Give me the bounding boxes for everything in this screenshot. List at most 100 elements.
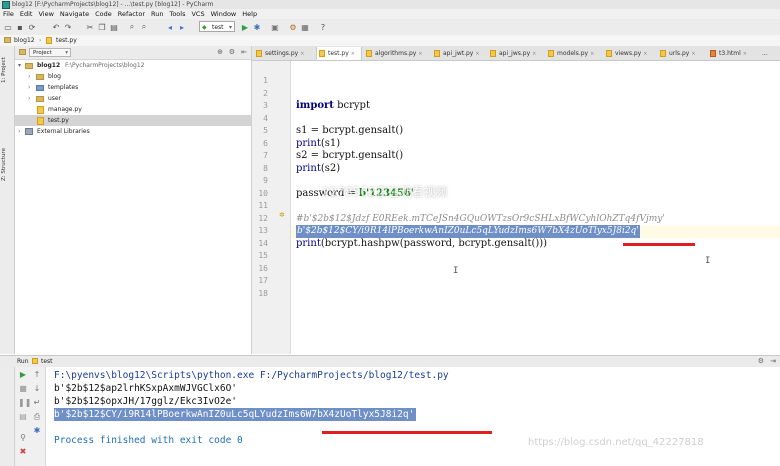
tab-overflow[interactable]: ... — [760, 47, 780, 60]
pause-icon[interactable]: ❚❚ — [18, 398, 31, 408]
tab-settings-py[interactable]: settings.py × — [254, 47, 316, 60]
code-line-7: s2 = bcrypt.gensalt() — [296, 150, 404, 161]
close-icon[interactable]: × — [300, 51, 304, 57]
tree-item-label: External Libraries — [37, 128, 90, 135]
tab-algorithms-py[interactable]: algorithms.py × — [364, 47, 430, 60]
red-underline-annotation — [623, 243, 695, 246]
debug-icon[interactable]: ✱ — [252, 22, 262, 32]
close-icon[interactable]: × — [351, 51, 355, 57]
tab-label: api_jws.py — [499, 50, 531, 57]
chevron-down-icon: ▾ — [18, 62, 22, 69]
tree-item-manage-py[interactable]: manage.py — [15, 104, 251, 115]
close-icon[interactable]: × — [691, 51, 695, 57]
back-icon[interactable]: ◂ — [165, 22, 175, 32]
tab-label: views.py — [615, 50, 642, 57]
pin-icon[interactable]: ⚲ — [18, 433, 28, 443]
html-file-icon — [710, 50, 716, 57]
close-icon[interactable]: × — [743, 51, 747, 57]
menu-vcs[interactable]: VCS — [188, 9, 207, 19]
tree-item-external-libraries[interactable]: › External Libraries — [15, 126, 251, 137]
hide-panel-icon[interactable]: ⇤ — [241, 48, 247, 56]
replace-icon[interactable]: ⌕ — [139, 22, 149, 32]
rerun-icon[interactable]: ▶ — [18, 370, 28, 380]
breadcrumb-file[interactable]: test.py — [56, 35, 77, 46]
close-icon[interactable]: ✖ — [18, 447, 28, 457]
menu-tools[interactable]: Tools — [166, 9, 188, 19]
menu-window[interactable]: Window — [208, 9, 240, 19]
tree-item-blog12[interactable]: ▾ blog12 F:\PycharmProjects\blog12 — [15, 60, 251, 71]
paste-icon[interactable]: ▤ — [109, 22, 119, 32]
hide-panel-icon[interactable]: ⇥ — [770, 356, 776, 367]
menu-navigate[interactable]: Navigate — [57, 9, 92, 19]
library-icon — [25, 128, 33, 135]
run-icon[interactable]: ▶ — [240, 22, 250, 32]
run-panel-label: Run — [17, 358, 29, 365]
tab-urls-py[interactable]: urls.py × — [658, 47, 706, 60]
run-console[interactable]: F:\pyenvs\blog12\Scripts\python.exe F:/P… — [46, 367, 780, 466]
scroll-down-icon[interactable]: ↓ — [32, 384, 42, 394]
debug-icon[interactable]: ✱ — [32, 426, 42, 436]
settings-icon[interactable]: ⚙ — [758, 356, 764, 367]
breadcrumb-project[interactable]: blog12 — [14, 35, 35, 46]
menu-edit[interactable]: Edit — [17, 9, 36, 19]
stop-icon[interactable]: ■ — [18, 384, 28, 394]
close-icon[interactable]: × — [532, 51, 536, 57]
tab-api-jws-py[interactable]: api_jws.py × — [488, 47, 544, 60]
sync-icon[interactable]: ⊕ — [217, 48, 223, 56]
open-folder-icon[interactable]: ▭ — [3, 22, 13, 32]
copy-icon[interactable]: ❐ — [97, 22, 107, 32]
tab-t3-html[interactable]: t3.html × — [708, 47, 758, 60]
close-icon[interactable]: × — [475, 51, 479, 57]
project-view-select[interactable]: Project ▾ — [29, 48, 71, 57]
cut-icon[interactable]: ✂ — [85, 22, 95, 32]
tab-views-py[interactable]: views.py × — [604, 47, 656, 60]
structure-icon[interactable]: ▦ — [300, 22, 310, 32]
python-file-icon — [660, 50, 666, 57]
tree-item-blog[interactable]: › blog — [15, 71, 251, 82]
line-number: 12 — [258, 213, 268, 223]
line-number: 5 — [263, 126, 268, 135]
undo-icon[interactable]: ↶ — [51, 22, 61, 32]
code-editor[interactable]: import bcrypt s1 = bcrypt.gensalt() prin… — [291, 61, 780, 354]
tab-project[interactable]: 1: Project — [1, 50, 13, 90]
redo-icon[interactable]: ↷ — [63, 22, 73, 32]
print-icon[interactable]: ⎙ — [32, 412, 42, 422]
settings-icon[interactable]: ⚙ — [288, 22, 298, 32]
python-file-icon — [32, 358, 38, 364]
mouse-cursor-icon: I — [705, 256, 711, 266]
menu-refactor[interactable]: Refactor — [115, 9, 148, 19]
line-number: 3 — [263, 101, 268, 110]
soft-wrap-icon[interactable]: ↵ — [32, 398, 42, 408]
scroll-up-icon[interactable]: ↑ — [32, 370, 42, 380]
project-view-label: Project — [33, 50, 52, 56]
chevron-right-icon: › — [28, 73, 31, 80]
close-icon[interactable]: × — [643, 51, 647, 57]
menu-view[interactable]: View — [35, 9, 56, 19]
save-icon[interactable]: ▪ — [15, 22, 25, 32]
sync-icon[interactable]: ⟳ — [27, 22, 37, 32]
menu-file[interactable]: File — [0, 9, 17, 19]
tab-api-jwt-py[interactable]: api_jwt.py × — [432, 47, 486, 60]
tree-item-templates[interactable]: › templates — [15, 82, 251, 93]
menu-code[interactable]: Code — [92, 9, 115, 19]
settings-icon[interactable]: ⚙ — [229, 48, 235, 56]
menu-help[interactable]: Help — [239, 9, 260, 19]
console-line-selected: b'$2b$12$CY/i9R14lPBoerkwAnIZ0uLc5qLYudz… — [54, 408, 417, 421]
tab-models-py[interactable]: models.py × — [546, 47, 602, 60]
intention-bulb-icon[interactable]: ✲ — [279, 211, 285, 219]
help-icon[interactable]: ? — [318, 22, 328, 32]
tree-item-test-py[interactable]: test.py — [15, 115, 251, 126]
close-icon[interactable]: × — [418, 51, 422, 57]
tree-item-user[interactable]: › user — [15, 93, 251, 104]
tab-test-py[interactable]: test.py × — [316, 47, 362, 60]
tab-structure[interactable]: Z: Structure — [1, 142, 13, 188]
menu-run[interactable]: Run — [148, 9, 166, 19]
run-config-select[interactable]: ◆ test ▾ — [199, 21, 235, 32]
close-icon[interactable]: × — [590, 51, 594, 57]
forward-icon[interactable]: ▸ — [177, 22, 187, 32]
restore-layout-icon[interactable]: ▤ — [18, 412, 28, 422]
find-icon[interactable]: ⌕ — [127, 22, 137, 32]
coverage-icon[interactable]: ▣ — [270, 22, 280, 32]
tree-item-label: user — [48, 95, 62, 102]
run-tool-strip — [0, 367, 15, 466]
